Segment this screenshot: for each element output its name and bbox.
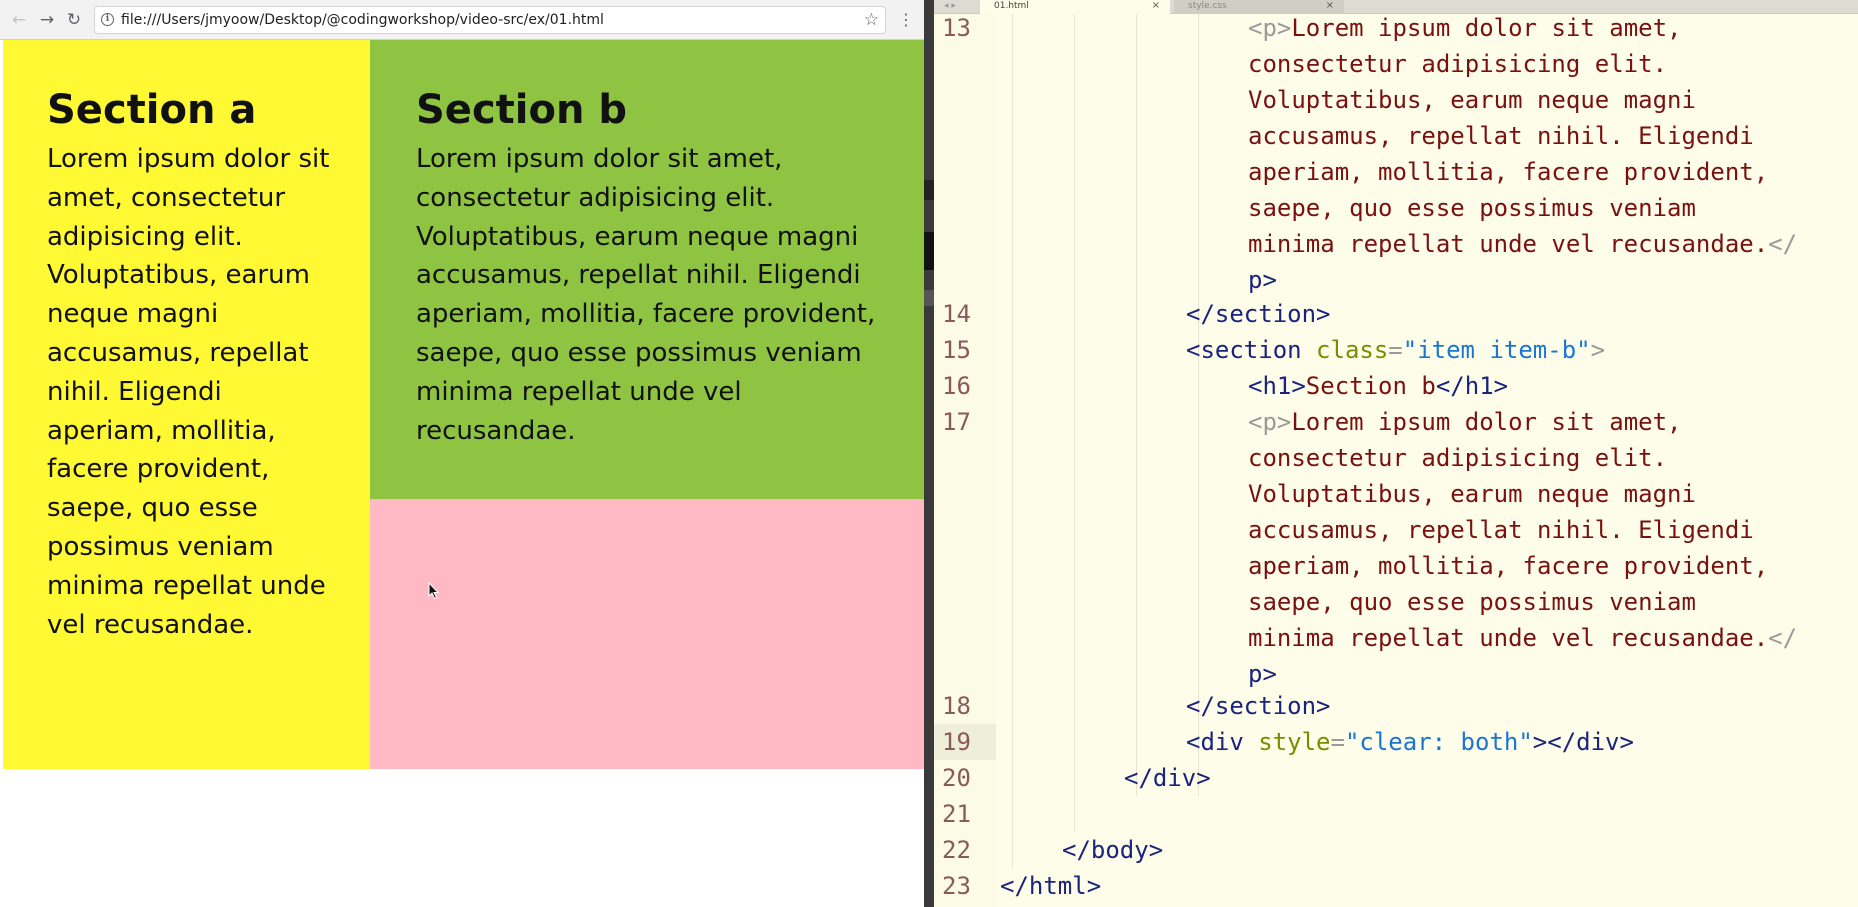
line-number: 20 [942,764,971,792]
forward-arrow-icon[interactable]: → [36,9,58,31]
line-number: 18 [942,692,971,720]
tab-label: 01.html [994,1,1029,11]
code-line[interactable]: aperiam, mollitia, facere provident, [1248,154,1768,190]
section-a: Section a Lorem ipsum dolor sit amet, co… [3,40,370,769]
code-line[interactable]: accusamus, repellat nihil. Eligendi [1248,512,1754,548]
code-token: minima repellat unde vel recusandae. [1248,230,1769,258]
page-viewport: Section a Lorem ipsum dolor sit amet, co… [0,40,924,907]
window-divider [924,0,934,907]
code-line[interactable]: </section> [1186,296,1331,332]
section-b-heading: Section b [416,87,627,133]
line-number: 15 [942,336,971,364]
code-token: minima repellat unde vel recusandae. [1248,624,1769,652]
code-token: </ [1768,230,1798,258]
code-line[interactable]: <p>Lorem ipsum dolor sit amet, [1248,10,1682,46]
code-line[interactable]: <h1>Section b</h1> [1248,368,1508,404]
code-line[interactable]: aperiam, mollitia, facere provident, [1248,548,1768,584]
indent-guide [1198,14,1199,796]
section-a-paragraph: Lorem ipsum dolor sit amet, consectetur … [47,144,330,640]
code-line[interactable]: accusamus, repellat nihil. Eligendi [1248,118,1754,154]
code-line[interactable]: <div style="clear: both"></div> [1186,724,1634,760]
tab-01-html[interactable]: 01.html × [980,0,1170,14]
code-token: Lorem ipsum dolor sit amet, [1291,14,1682,42]
line-number: 17 [942,408,971,436]
browser-window: ← → ↻ i file:///Users/jmyoow/Desktop/@co… [0,0,924,907]
code-token: = [1330,728,1345,756]
code-token: "clear: both" [1344,728,1533,756]
code-line[interactable]: consectetur adipisicing elit. [1248,46,1667,82]
indent-guide [1012,14,1013,868]
code-token: > [1590,336,1606,364]
line-number: 22 [942,836,971,864]
section-b-paragraph: Lorem ipsum dolor sit amet, consectetur … [416,144,876,446]
code-line[interactable]: minima repellat unde vel recusandae.</ [1248,620,1797,656]
line-number: 13 [942,14,971,42]
code-token: "item item-b" [1402,336,1591,364]
code-token: <h1> [1248,372,1306,400]
tab-label: style.css [1188,1,1227,11]
info-icon[interactable]: i [101,13,114,26]
section-b: Section b Lorem ipsum dolor sit amet, co… [370,40,924,499]
code-token: style [1258,728,1331,756]
code-token: </h1> [1435,372,1509,400]
line-number: 16 [942,372,971,400]
reload-icon[interactable]: ↻ [63,9,85,31]
background-window-fragment [924,180,934,200]
background-window-fragment [924,232,934,270]
code-token: <p> [1248,14,1292,42]
bookmark-star-icon[interactable]: ☆ [864,7,879,33]
code-line[interactable]: <p>Lorem ipsum dolor sit amet, [1248,404,1682,440]
code-line[interactable]: </body> [1062,832,1163,868]
code-token: </ [1768,624,1798,652]
code-line[interactable]: minima repellat unde vel recusandae.</ [1248,226,1797,262]
code-line[interactable]: Voluptatibus, earum neque magni [1248,476,1696,512]
code-line[interactable]: </html> [1000,868,1101,904]
code-token: ></div> [1532,728,1634,756]
browser-toolbar: ← → ↻ i file:///Users/jmyoow/Desktop/@co… [0,0,924,40]
browser-menu-icon[interactable]: ⋮ [898,9,914,31]
code-token: <div [1186,728,1244,756]
code-line[interactable]: saepe, quo esse possimus veniam [1248,584,1696,620]
indent-guide [1074,14,1075,832]
code-line[interactable]: <section class="item item-b"> [1186,332,1605,368]
code-line[interactable]: </div> [1124,760,1211,796]
line-number: 19 [942,728,971,756]
url-text[interactable]: file:///Users/jmyoow/Desktop/@codingwork… [121,7,604,33]
code-line[interactable]: p> [1248,262,1277,298]
code-token: Lorem ipsum dolor sit amet, [1291,408,1682,436]
code-token: <section [1186,336,1302,364]
pink-block [370,499,924,769]
close-icon[interactable]: × [1152,0,1160,12]
code-token: <p> [1248,408,1292,436]
code-token: = [1388,336,1403,364]
background-window-fragment [924,290,934,306]
address-bar[interactable]: i file:///Users/jmyoow/Desktop/@codingwo… [94,6,886,34]
code-line[interactable]: </section> [1186,688,1331,724]
line-number: 23 [942,872,971,900]
code-editor: ◂ ▸ 01.html × style.css × 13 14 15 16 17… [934,0,1858,907]
indent-guide [1136,14,1137,796]
code-line[interactable]: consectetur adipisicing elit. [1248,440,1667,476]
mouse-cursor-icon [428,582,440,600]
line-number: 21 [942,800,971,828]
code-line[interactable]: saepe, quo esse possimus veniam [1248,190,1696,226]
section-a-heading: Section a [47,87,257,133]
code-line[interactable]: p> [1248,656,1277,692]
code-token: Section b [1305,372,1436,400]
back-arrow-icon[interactable]: ← [8,9,30,31]
code-token: class [1316,336,1389,364]
line-number: 14 [942,300,971,328]
code-line[interactable]: Voluptatibus, earum neque magni [1248,82,1696,118]
